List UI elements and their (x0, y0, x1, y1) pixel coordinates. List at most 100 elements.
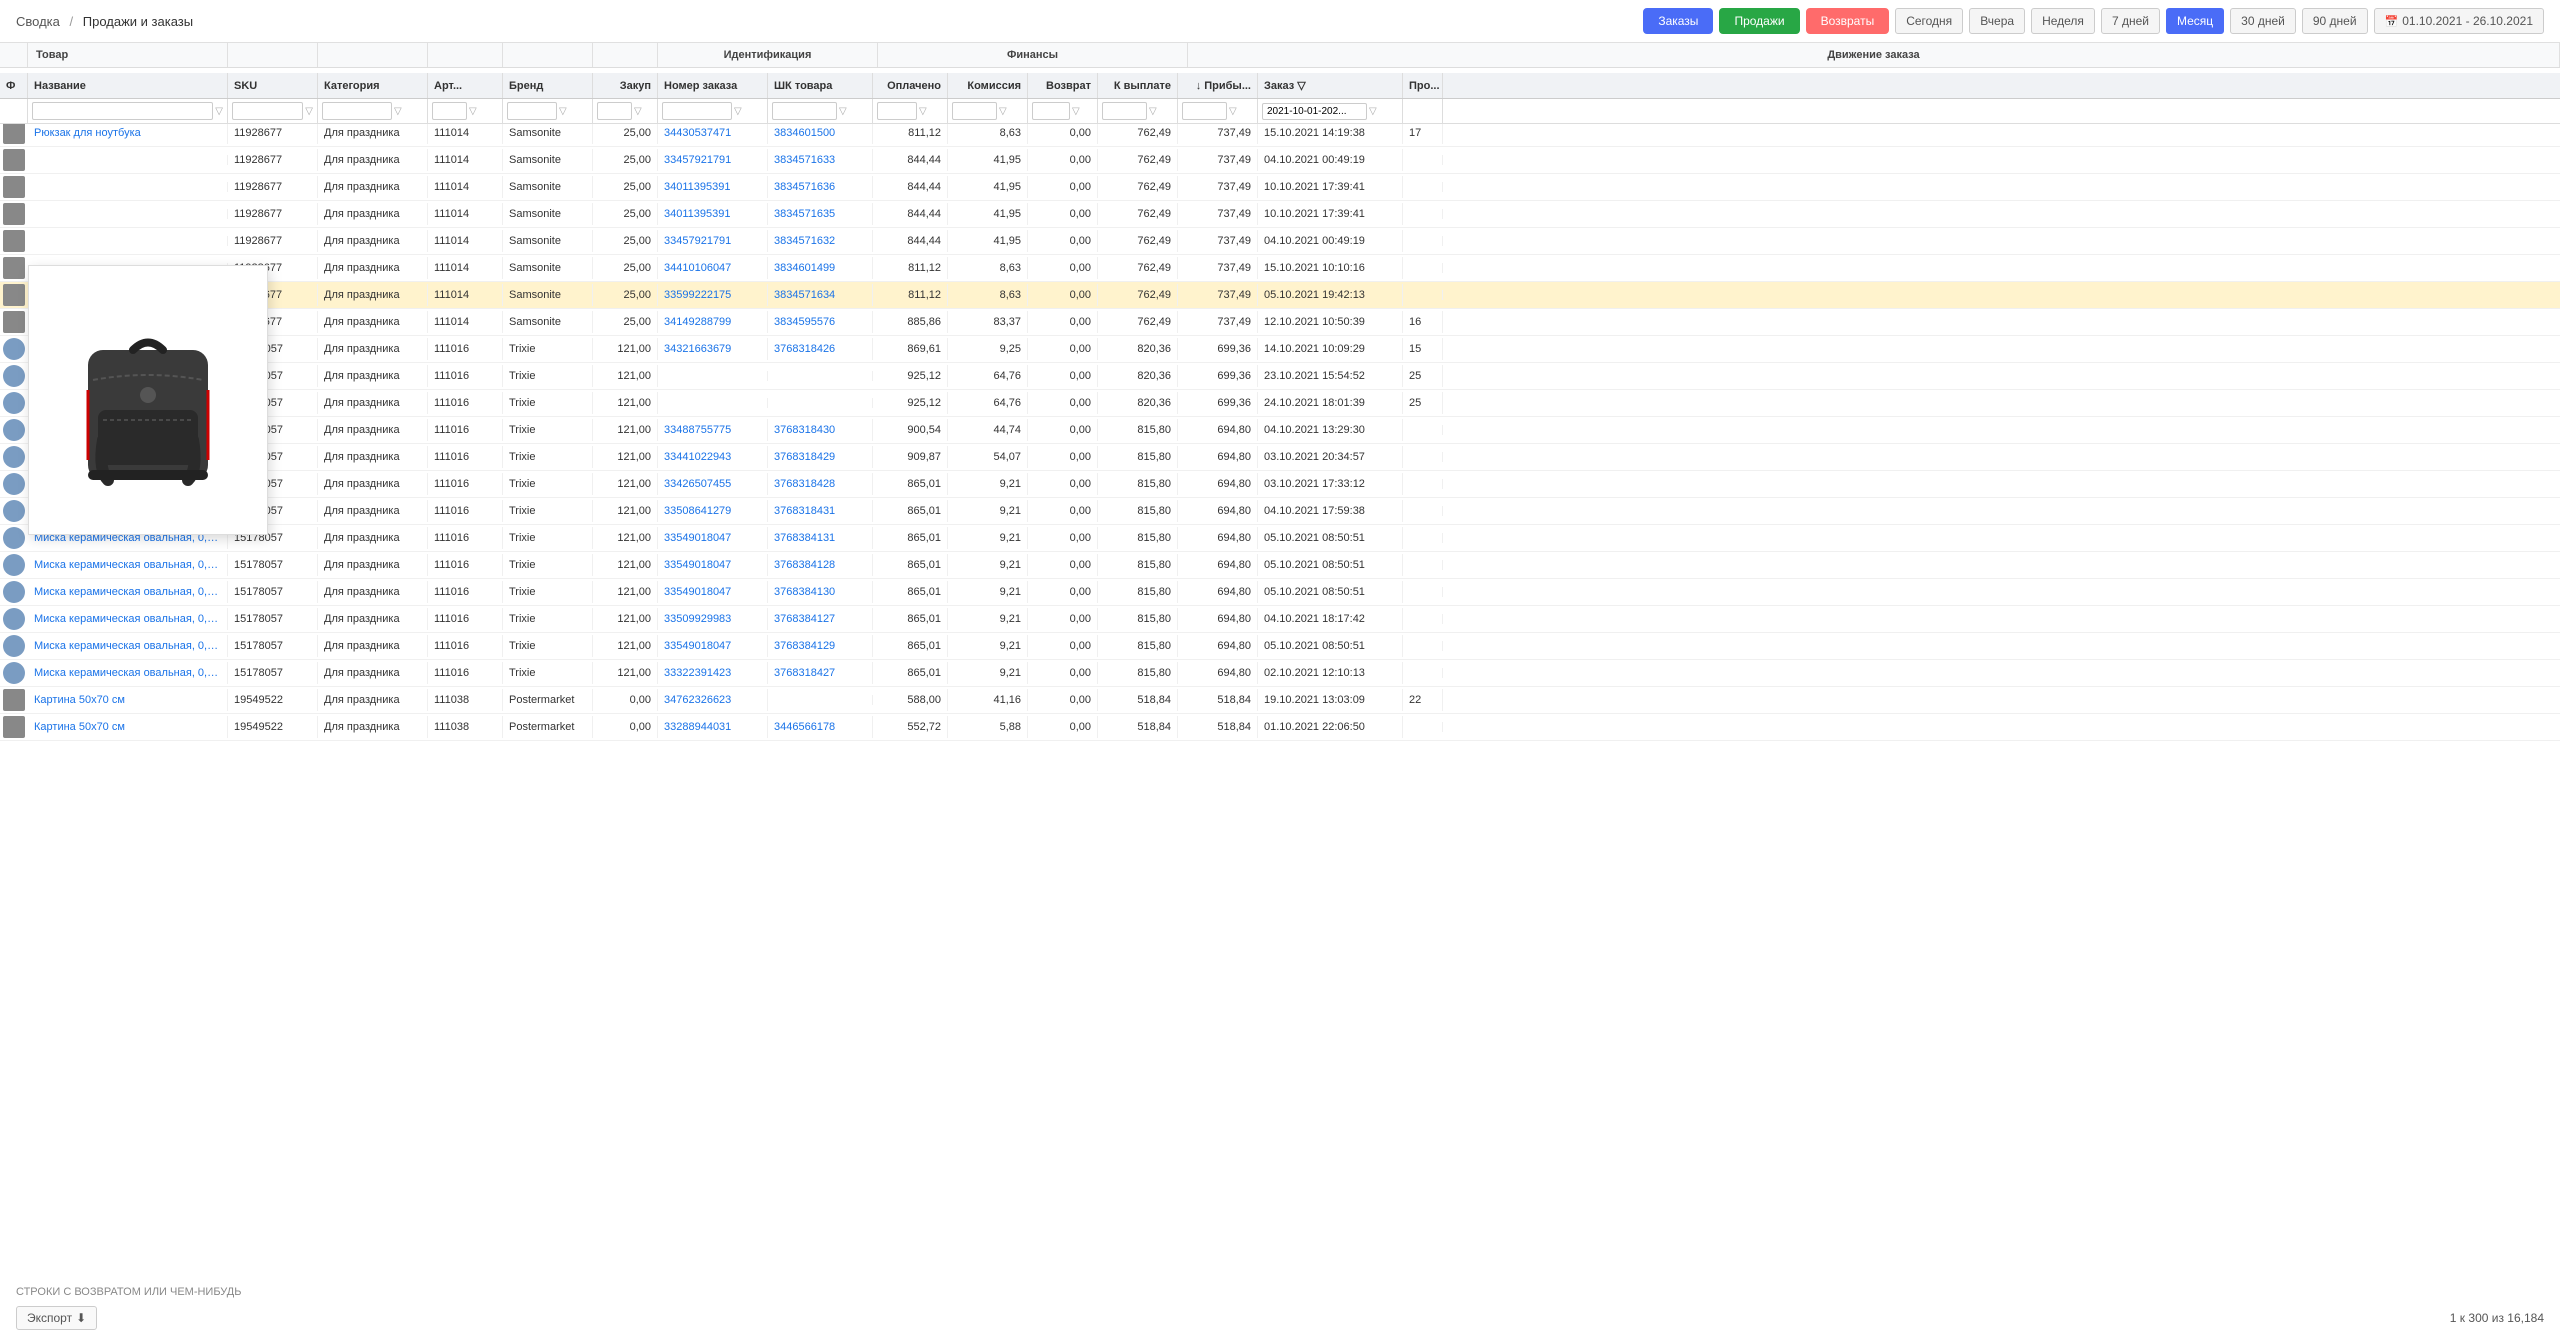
cell-order-number[interactable]: 34149288799 (658, 311, 768, 333)
col-header-price[interactable]: Закуп (593, 73, 658, 98)
filter-article-input[interactable] (432, 102, 467, 120)
filter-paid[interactable]: ▽ (873, 99, 948, 123)
tab-returns[interactable]: Возвраты (1806, 8, 1890, 34)
filter-sku-input[interactable] (232, 102, 303, 120)
filter-price[interactable]: ▽ (593, 99, 658, 123)
filter-date[interactable]: ▽ (1258, 99, 1403, 123)
col-header-extra[interactable]: Про... (1403, 73, 1443, 98)
cell-barcode[interactable]: 3768318430 (768, 419, 873, 441)
filter-barcode[interactable]: ▽ (768, 99, 873, 123)
filter-category[interactable]: ▽ (318, 99, 428, 123)
breadcrumb-parent[interactable]: Сводка (16, 14, 60, 29)
filter-paid-icon[interactable]: ▽ (919, 106, 927, 117)
filter-price-input[interactable] (597, 102, 632, 120)
filter-date-icon[interactable]: ▽ (1369, 106, 1377, 117)
filter-category-input[interactable] (322, 102, 392, 120)
col-header-commission[interactable]: Комиссия (948, 73, 1028, 98)
filter-order-number[interactable]: ▽ (658, 99, 768, 123)
period-90days[interactable]: 90 дней (2302, 8, 2368, 34)
cell-barcode[interactable]: 3834571635 (768, 203, 873, 225)
filter-commission-input[interactable] (952, 102, 997, 120)
col-header-name[interactable]: Название (28, 73, 228, 98)
cell-barcode[interactable]: 3768384130 (768, 581, 873, 603)
filter-payout-icon[interactable]: ▽ (1149, 106, 1157, 117)
cell-order-number[interactable]: 33549018047 (658, 635, 768, 657)
filter-category-icon[interactable]: ▽ (394, 106, 402, 117)
cell-barcode[interactable]: 3768384131 (768, 527, 873, 549)
period-30days[interactable]: 30 дней (2230, 8, 2296, 34)
filter-order-number-icon[interactable]: ▽ (734, 106, 742, 117)
cell-product-name[interactable]: Миска керамическая овальная, 0,2 л/15*10… (28, 608, 228, 630)
cell-barcode[interactable]: 3768318431 (768, 500, 873, 522)
cell-barcode[interactable]: 3768318429 (768, 446, 873, 468)
filter-order-number-input[interactable] (662, 102, 732, 120)
filter-return-icon[interactable]: ▽ (1072, 106, 1080, 117)
cell-barcode[interactable]: 3834601499 (768, 257, 873, 279)
filter-paid-input[interactable] (877, 102, 917, 120)
filter-name[interactable]: ▽ (28, 99, 228, 123)
date-range[interactable]: 📅 01.10.2021 - 26.10.2021 (2374, 8, 2544, 34)
col-header-date[interactable]: Заказ ▽ (1258, 73, 1403, 98)
filter-commission[interactable]: ▽ (948, 99, 1028, 123)
cell-barcode[interactable]: 3834601500 (768, 122, 873, 144)
col-header-order-number[interactable]: Номер заказа (658, 73, 768, 98)
col-header-profit[interactable]: ↓ Прибы... (1178, 73, 1258, 98)
filter-return-input[interactable] (1032, 102, 1070, 120)
export-button[interactable]: Экспорт ⬇ (16, 1306, 97, 1330)
cell-barcode[interactable]: 3768318426 (768, 338, 873, 360)
cell-order-number[interactable]: 33426507455 (658, 473, 768, 495)
cell-product-name[interactable]: Миска керамическая овальная, 0,2 л/15*10… (28, 581, 228, 603)
col-header-paid[interactable]: Оплачено (873, 73, 948, 98)
filter-return[interactable]: ▽ (1028, 99, 1098, 123)
cell-barcode[interactable]: 3834571634 (768, 284, 873, 306)
period-month[interactable]: Месяц (2166, 8, 2224, 34)
cell-order-number[interactable]: 33549018047 (658, 581, 768, 603)
col-header-return[interactable]: Возврат (1028, 73, 1098, 98)
filter-barcode-input[interactable] (772, 102, 837, 120)
cell-product-name[interactable]: Картина 50x70 см (28, 716, 228, 738)
cell-order-number[interactable]: 33457921791 (658, 230, 768, 252)
cell-order-number[interactable]: 33322391423 (658, 662, 768, 684)
filter-payout[interactable]: ▽ (1098, 99, 1178, 123)
filter-price-icon[interactable]: ▽ (634, 106, 642, 117)
cell-barcode[interactable]: 3834571633 (768, 149, 873, 171)
cell-product-name[interactable]: Миска керамическая овальная, 0,2 л/15*10… (28, 554, 228, 576)
period-7days[interactable]: 7 дней (2101, 8, 2160, 34)
cell-product-name[interactable]: Миска керамическая овальная, 0,2 л/15*10… (28, 635, 228, 657)
filter-sku[interactable]: ▽ (228, 99, 318, 123)
cell-barcode[interactable]: 3768318427 (768, 662, 873, 684)
col-header-category[interactable]: Категория (318, 73, 428, 98)
cell-barcode[interactable]: 3834571632 (768, 230, 873, 252)
cell-order-number[interactable]: 34430537471 (658, 122, 768, 144)
filter-profit-icon[interactable]: ▽ (1229, 106, 1237, 117)
cell-order-number[interactable]: 33457921791 (658, 149, 768, 171)
period-week[interactable]: Неделя (2031, 8, 2095, 34)
cell-order-number[interactable]: 33549018047 (658, 554, 768, 576)
filter-article-icon[interactable]: ▽ (469, 106, 477, 117)
filter-name-input[interactable] (32, 102, 213, 120)
col-header-barcode[interactable]: ШК товара (768, 73, 873, 98)
filter-date-input[interactable] (1262, 103, 1367, 120)
cell-product-name[interactable]: Картина 50x70 см (28, 689, 228, 711)
checkbox-all-icon[interactable]: Ф (6, 80, 15, 92)
col-header-article[interactable]: Арт... (428, 73, 503, 98)
period-yesterday[interactable]: Вчера (1969, 8, 2025, 34)
cell-product-name[interactable]: Миска керамическая овальная, 0,2 л/15*10… (28, 662, 228, 684)
cell-barcode[interactable]: 3834571636 (768, 176, 873, 198)
filter-article[interactable]: ▽ (428, 99, 503, 123)
cell-order-number[interactable]: 33488755775 (658, 419, 768, 441)
col-header-sku[interactable]: SKU (228, 73, 318, 98)
cell-order-number[interactable]: 33509929983 (658, 608, 768, 630)
cell-product-name[interactable]: Рюкзак для ноутбука (28, 122, 228, 144)
cell-order-number[interactable]: 34011395391 (658, 176, 768, 198)
filter-brand[interactable]: ▽ (503, 99, 593, 123)
col-header-payout[interactable]: К выплате (1098, 73, 1178, 98)
filter-profit-input[interactable] (1182, 102, 1227, 120)
cell-barcode[interactable]: 3768318428 (768, 473, 873, 495)
cell-barcode[interactable]: 3768384128 (768, 554, 873, 576)
col-header-brand[interactable]: Бренд (503, 73, 593, 98)
cell-barcode[interactable]: 3446566178 (768, 716, 873, 738)
filter-payout-input[interactable] (1102, 102, 1147, 120)
filter-brand-input[interactable] (507, 102, 557, 120)
cell-order-number[interactable]: 34321663679 (658, 338, 768, 360)
